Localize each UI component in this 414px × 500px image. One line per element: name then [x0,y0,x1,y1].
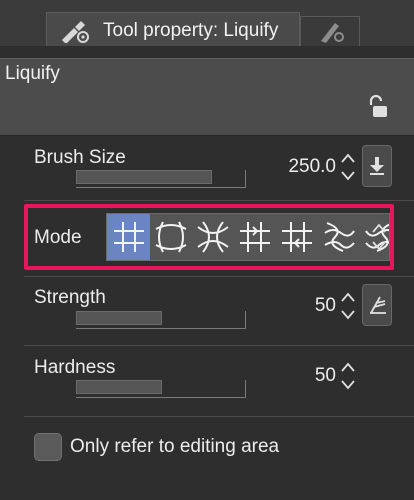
mode-pinch-icon [197,221,229,253]
hardness-label: Hardness [34,357,116,378]
hardness-value[interactable]: 50 [286,365,336,387]
mode-twist-left-icon [324,222,355,252]
divider [24,416,414,417]
brush-property-icon [321,23,344,43]
mode-push-button[interactable] [107,214,150,260]
mode-push-icon [114,222,144,252]
mode-twist-left-button[interactable] [317,214,360,260]
hardness-slider[interactable] [76,380,246,398]
only-editing-area-label[interactable]: Only refer to editing area [70,436,279,458]
strength-slider-fill [76,311,162,325]
mode-expand-icon [155,221,187,253]
hardness-spinner[interactable] [341,361,355,391]
strength-value[interactable]: 50 [286,295,336,317]
unlock-icon[interactable] [367,95,389,119]
only-editing-area-checkbox[interactable] [34,433,62,461]
mode-push-left-icon [240,222,270,252]
strength-spinner[interactable] [341,291,355,321]
brush-size-spinner[interactable] [341,152,355,182]
download-arrow-icon [370,157,384,175]
brush-size-label: Brush Size [34,147,126,168]
tab-brush-property[interactable] [300,16,360,46]
mode-push-right-button[interactable] [275,214,318,260]
mode-pinch-button[interactable] [191,214,234,260]
tool-name: Liquify [5,63,60,84]
tab-tool-property[interactable]: Tool property: Liquify [46,12,300,46]
mode-push-right-icon [282,222,312,252]
sub-tool-header: Liquify [0,58,414,136]
tab-label: Tool property: Liquify [103,20,279,41]
divider [24,276,414,277]
strength-pressure-button[interactable] [362,284,392,326]
pressure-curve-icon [370,296,386,314]
mode-expand-button[interactable] [149,214,192,260]
strength-label: Strength [34,287,106,308]
mode-push-left-button[interactable] [233,214,276,260]
mode-selector [106,213,390,261]
mode-label: Mode [34,227,82,248]
brush-size-slider[interactable] [76,170,246,188]
mode-spinner[interactable] [372,222,386,252]
divider [24,345,414,346]
palette-tab-bar: Tool property: Liquify [0,0,414,46]
brush-size-slider-fill [76,170,212,184]
brush-size-value[interactable]: 250.0 [266,156,336,178]
hardness-slider-fill [76,380,162,394]
tool-property-icon [62,21,89,43]
brush-size-pressure-button[interactable] [362,145,392,187]
divider [24,200,414,201]
strength-slider[interactable] [76,311,246,329]
